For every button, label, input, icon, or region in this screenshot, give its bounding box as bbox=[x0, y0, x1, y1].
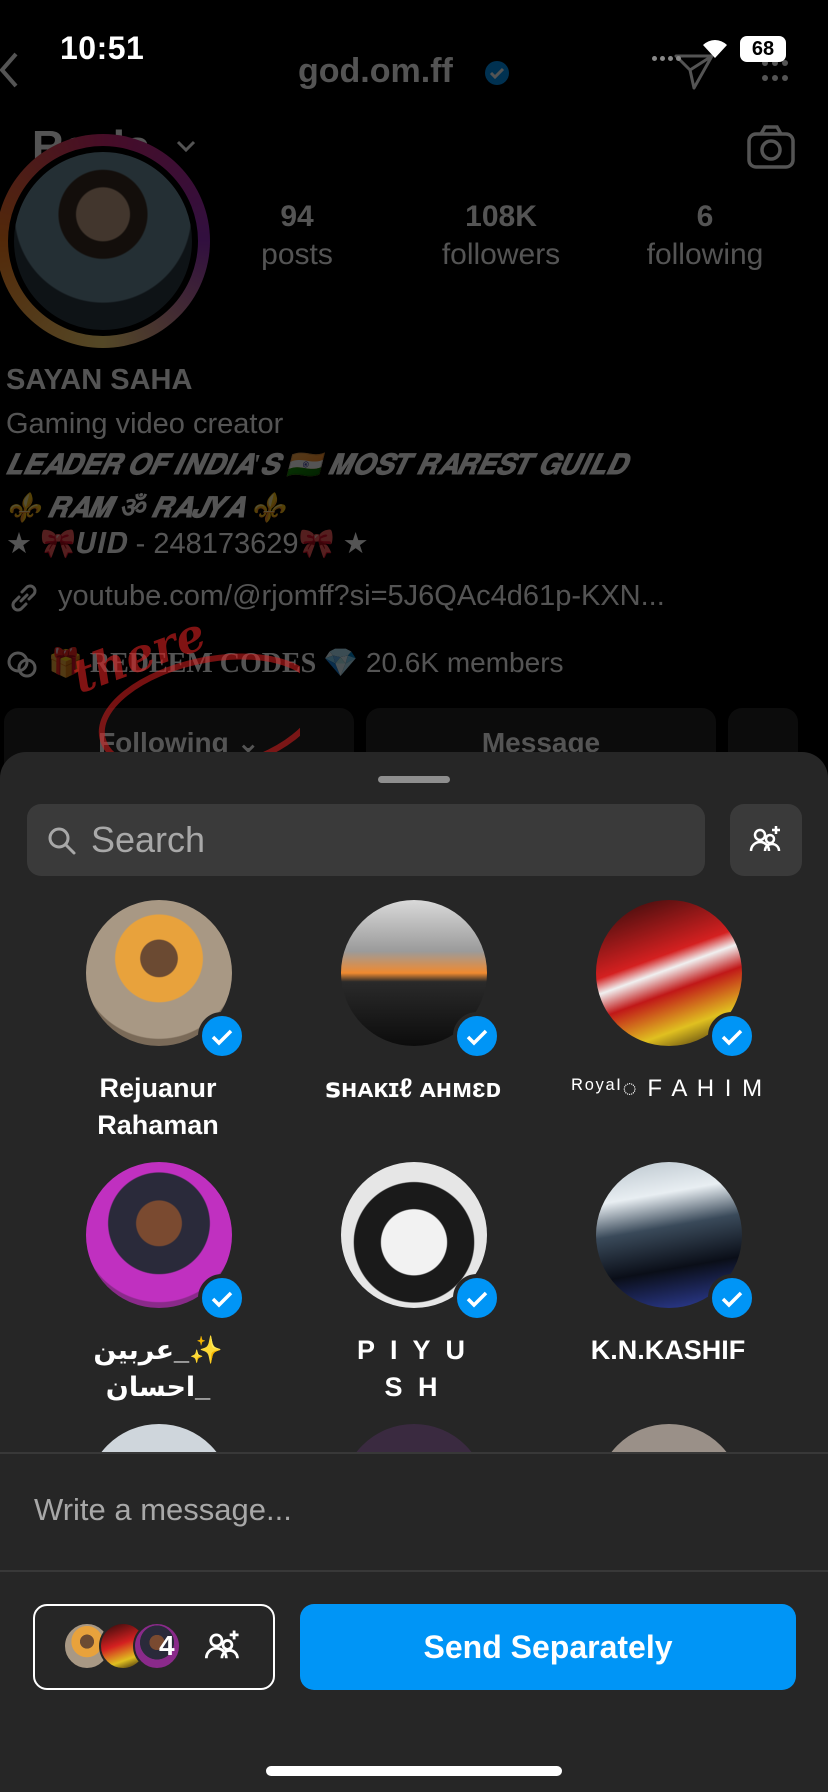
battery-icon: 68 bbox=[740, 36, 786, 62]
search-input[interactable] bbox=[91, 804, 691, 876]
profile-bio-line: ★ 🎀𝑼𝑰𝑫 - 248173629🎀 ★ bbox=[6, 528, 369, 560]
selected-check-icon bbox=[198, 1012, 246, 1060]
channel-members: 20.6K members bbox=[365, 647, 564, 678]
contact-name: ᴿᵒʸᵃᴵ◌ F A H I M bbox=[571, 1075, 765, 1102]
selected-check-icon bbox=[198, 1274, 246, 1322]
send-separately-button[interactable]: Send Separately bbox=[300, 1604, 796, 1690]
profile-background: god.om.ff Reels 94 posts 108K followers … bbox=[0, 0, 828, 780]
stat-label: following bbox=[646, 238, 764, 271]
selected-check-icon bbox=[708, 1274, 756, 1322]
contact-avatar bbox=[86, 1424, 232, 1452]
divider bbox=[0, 1452, 828, 1454]
stat-label: posts bbox=[261, 238, 333, 271]
stat-label: followers bbox=[441, 238, 561, 271]
profile-full-name: SAYAN SAHA bbox=[6, 364, 193, 396]
stat-posts[interactable]: 94 posts bbox=[197, 200, 397, 272]
search-icon bbox=[48, 827, 76, 855]
camera-icon[interactable] bbox=[746, 124, 796, 170]
stat-value: 6 bbox=[696, 200, 714, 233]
contact-name: ꜱʜᴀᴋɪℓ ᴀʜᴍɛᴅ bbox=[324, 1073, 502, 1103]
cellular-signal-icon bbox=[652, 48, 684, 66]
share-sheet: Rejuanur Rahaman ꜱʜᴀᴋɪℓ ᴀʜᴍɛᴅ ᴿᵒʸᵃᴵ◌ F A… bbox=[0, 752, 828, 1792]
stat-value: 94 bbox=[280, 200, 314, 233]
profile-category: Gaming video creator bbox=[6, 408, 284, 440]
contact-name: عربين_✨ احسان_ bbox=[93, 1335, 223, 1402]
search-bar[interactable] bbox=[27, 804, 705, 876]
stat-followers[interactable]: 108K followers bbox=[401, 200, 601, 272]
status-bar: 10:51 68 bbox=[0, 0, 828, 100]
selected-check-icon bbox=[453, 1274, 501, 1322]
broadcast-channel-icon bbox=[7, 651, 37, 678]
sheet-grabber-handle[interactable] bbox=[378, 776, 450, 783]
status-time: 10:51 bbox=[60, 30, 145, 66]
stat-following[interactable]: 6 following bbox=[605, 200, 805, 272]
contact-avatar bbox=[596, 1424, 742, 1452]
profile-bio-line: ⚜️ 𝑹𝑨𝑴 ॐ 𝑹𝑨𝑱𝒀𝑨 ⚜️ bbox=[6, 493, 286, 524]
selected-check-icon bbox=[453, 1012, 501, 1060]
profile-bio-line: 𝑳𝑬𝑨𝑫𝑬𝑹 𝑶𝑭 𝑰𝑵𝑫𝑰𝑨'𝑺 🇮🇳 𝑴𝑶𝑺𝑻 𝑹𝑨𝑹𝑬𝑺𝑻 𝑮𝑼𝑰𝑳𝑫 bbox=[6, 450, 627, 481]
selected-count: 4 bbox=[159, 1630, 175, 1661]
message-input[interactable] bbox=[34, 1480, 794, 1540]
contact-avatar bbox=[341, 1424, 487, 1452]
profile-avatar[interactable] bbox=[8, 146, 198, 336]
add-people-icon bbox=[749, 826, 781, 852]
link-icon bbox=[11, 584, 37, 612]
chevron-down-icon bbox=[176, 140, 196, 153]
wifi-icon bbox=[703, 40, 727, 58]
home-indicator bbox=[266, 1766, 562, 1776]
contact-name: Rejuanur Rahaman bbox=[97, 1073, 219, 1140]
divider bbox=[0, 1570, 828, 1572]
selected-recipients-button[interactable]: 4 bbox=[33, 1604, 275, 1690]
contacts-grid: Rejuanur Rahaman ꜱʜᴀᴋɪℓ ᴀʜᴍɛᴅ ᴿᵒʸᵃᴵ◌ F A… bbox=[0, 900, 828, 1452]
selected-check-icon bbox=[708, 1012, 756, 1060]
stat-value: 108K bbox=[465, 200, 537, 233]
create-group-button[interactable] bbox=[730, 804, 802, 876]
contact-name: P I Y U S H bbox=[356, 1335, 470, 1402]
contact-name: K.N.KASHIF bbox=[590, 1335, 746, 1365]
add-people-icon bbox=[204, 1630, 239, 1659]
